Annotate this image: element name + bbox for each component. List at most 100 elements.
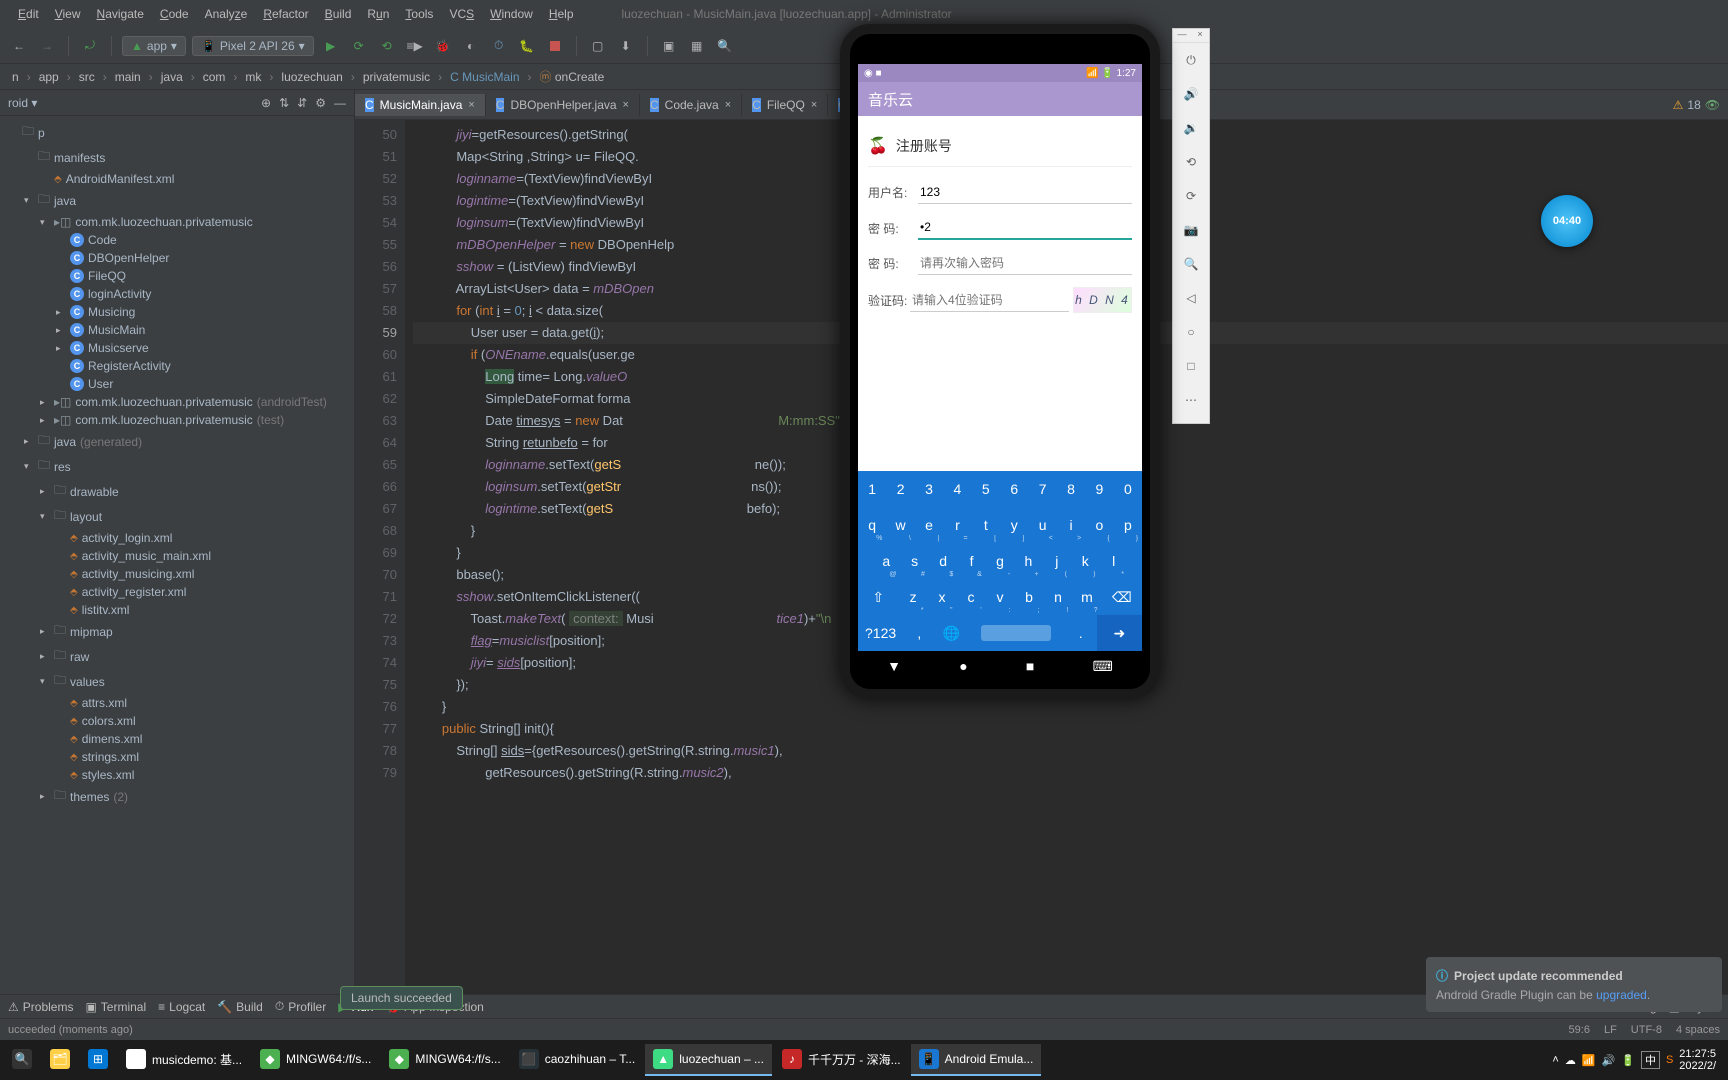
- key-2[interactable]: 2: [886, 471, 914, 507]
- key-8[interactable]: 8: [1057, 471, 1085, 507]
- emulator-close[interactable]: ×: [1191, 29, 1209, 42]
- tree-item[interactable]: C Code: [0, 231, 354, 249]
- key-t[interactable]: t[: [972, 507, 1000, 543]
- key-i[interactable]: i>: [1057, 507, 1085, 543]
- emulator-volume-down-icon[interactable]: 🔉: [1173, 111, 1209, 145]
- key-a[interactable]: a@: [872, 543, 900, 579]
- nav-keyboard[interactable]: ⌨: [1093, 658, 1113, 675]
- key-l[interactable]: l*: [1100, 543, 1128, 579]
- key-z[interactable]: z*: [899, 579, 928, 615]
- tree-item[interactable]: ⬘ attrs.xml: [0, 694, 354, 712]
- menu-navigate[interactable]: Navigate: [89, 7, 152, 21]
- tree-item[interactable]: ▾🗀 layout: [0, 504, 354, 529]
- tree-item[interactable]: ▸C Musicing: [0, 303, 354, 321]
- emulator-home-icon[interactable]: ○: [1173, 315, 1209, 349]
- key-space[interactable]: [968, 615, 1065, 651]
- close-tab-icon[interactable]: ×: [623, 99, 629, 111]
- tree-item[interactable]: C FileQQ: [0, 267, 354, 285]
- run-icon[interactable]: ▶: [320, 35, 342, 57]
- crumb[interactable]: main: [111, 70, 145, 84]
- key-d[interactable]: d$: [929, 543, 957, 579]
- captcha-input[interactable]: [910, 289, 1069, 312]
- key-x[interactable]: x": [928, 579, 957, 615]
- taskbar-item[interactable]: 🗂: [42, 1044, 78, 1076]
- menu-analyze[interactable]: Analyze: [197, 7, 256, 21]
- emulator-volume-up-icon[interactable]: 🔊: [1173, 77, 1209, 111]
- editor-tab[interactable]: CMusicMain.java×: [355, 94, 486, 116]
- emulator-zoom-icon[interactable]: 🔍: [1173, 247, 1209, 281]
- tree-item[interactable]: C User: [0, 375, 354, 393]
- tree-item[interactable]: ▸▸◫ com.mk.luozechuan.privatemusic (test…: [0, 411, 354, 429]
- taskbar-item[interactable]: ⊞: [80, 1044, 116, 1076]
- tree-item[interactable]: ⬘ activity_musicing.xml: [0, 565, 354, 583]
- key-period[interactable]: .: [1065, 615, 1097, 651]
- problems-tab[interactable]: ⚠ Problems: [8, 1000, 73, 1014]
- taskbar-item[interactable]: ⬛caozhihuan – T...: [511, 1044, 644, 1076]
- tree-item[interactable]: ▸C Musicserve: [0, 339, 354, 357]
- tray-battery-icon[interactable]: 🔋: [1621, 1054, 1635, 1067]
- tree-item[interactable]: ▸🗀 java (generated): [0, 429, 354, 454]
- close-tab-icon[interactable]: ×: [725, 99, 731, 111]
- nav-forward-icon[interactable]: →: [36, 35, 58, 57]
- tree-item[interactable]: 🗀 manifests: [0, 145, 354, 170]
- tree-item[interactable]: ⬘ styles.xml: [0, 766, 354, 784]
- tree-item[interactable]: ⬘ activity_login.xml: [0, 529, 354, 547]
- crumb[interactable]: src: [75, 70, 99, 84]
- system-tray[interactable]: ˄ ☁ 📶 🔊 🔋 中 S 21:27:5 2022/2/: [1544, 1048, 1724, 1072]
- stop-icon[interactable]: [544, 35, 566, 57]
- menu-help[interactable]: Help: [541, 7, 582, 21]
- crumb[interactable]: app: [35, 70, 63, 84]
- caret-pos[interactable]: 59:6: [1569, 1024, 1590, 1036]
- key-9[interactable]: 9: [1085, 471, 1113, 507]
- username-input[interactable]: [918, 181, 1132, 204]
- apply-changes-icon[interactable]: ⟲: [376, 35, 398, 57]
- clock-widget[interactable]: 04:40: [1541, 195, 1593, 247]
- nav-home[interactable]: ●: [959, 658, 967, 674]
- tray-ime[interactable]: 中: [1641, 1051, 1660, 1069]
- key-r[interactable]: r=: [943, 507, 971, 543]
- taskbar-item[interactable]: ▲luozechuan – ...: [645, 1044, 772, 1076]
- emulator-back-icon[interactable]: ◁: [1173, 281, 1209, 315]
- key-7[interactable]: 7: [1028, 471, 1056, 507]
- menu-edit[interactable]: Edit: [10, 7, 47, 21]
- key-y[interactable]: y]: [1000, 507, 1028, 543]
- avd-manager-icon[interactable]: ▢: [587, 35, 609, 57]
- indent-config[interactable]: 4 spaces: [1676, 1024, 1720, 1036]
- menu-window[interactable]: Window: [482, 7, 541, 21]
- tree-item[interactable]: ▾🗀 values: [0, 669, 354, 694]
- search-everywhere-icon[interactable]: 🔍: [714, 35, 736, 57]
- menu-refactor[interactable]: Refactor: [255, 7, 316, 21]
- tree-item[interactable]: ▸🗀 raw: [0, 644, 354, 669]
- emulator-more-icon[interactable]: ⋯: [1173, 383, 1209, 417]
- build-tab[interactable]: 🔨 Build: [217, 1000, 263, 1014]
- key-m[interactable]: m?: [1072, 579, 1101, 615]
- tree-item[interactable]: ▸🗀 drawable: [0, 479, 354, 504]
- tray-up-icon[interactable]: ˄: [1552, 1054, 1558, 1066]
- tree-item[interactable]: ▾▸◫ com.mk.luozechuan.privatemusic: [0, 213, 354, 231]
- key-enter[interactable]: ➜: [1097, 615, 1142, 651]
- project-view-selector[interactable]: roid ▾: [8, 96, 37, 110]
- nav-back-icon[interactable]: ←: [8, 35, 30, 57]
- menu-code[interactable]: Code: [152, 7, 197, 21]
- key-p[interactable]: p}: [1114, 507, 1142, 543]
- close-tab-icon[interactable]: ×: [468, 99, 474, 111]
- key-shift[interactable]: ⇧: [858, 579, 899, 615]
- editor-tab[interactable]: CDBOpenHelper.java×: [486, 94, 640, 116]
- key-lang[interactable]: 🌐: [935, 615, 967, 651]
- key-4[interactable]: 4: [943, 471, 971, 507]
- nav-recents[interactable]: ■: [1026, 658, 1034, 674]
- key-v[interactable]: v:: [986, 579, 1015, 615]
- crumb[interactable]: n: [8, 70, 23, 84]
- tree-item[interactable]: C DBOpenHelper: [0, 249, 354, 267]
- debug-icon[interactable]: 🐞: [432, 35, 454, 57]
- menu-build[interactable]: Build: [317, 7, 360, 21]
- notification-popup[interactable]: ⓘ Project update recommended Android Gra…: [1426, 957, 1722, 1012]
- tray-clock[interactable]: 21:27:5 2022/2/: [1679, 1048, 1716, 1072]
- device-selector[interactable]: 📱 Pixel 2 API 26 ▾: [192, 36, 314, 56]
- tray-volume-icon[interactable]: 🔊: [1602, 1054, 1616, 1067]
- emulator-rotate-left-icon[interactable]: ⟲: [1173, 145, 1209, 179]
- resource-manager-icon[interactable]: ▣: [658, 35, 680, 57]
- key-symbols[interactable]: ?123: [858, 615, 903, 651]
- menu-vcs[interactable]: VCS: [441, 7, 482, 21]
- tree-item[interactable]: ▸C MusicMain: [0, 321, 354, 339]
